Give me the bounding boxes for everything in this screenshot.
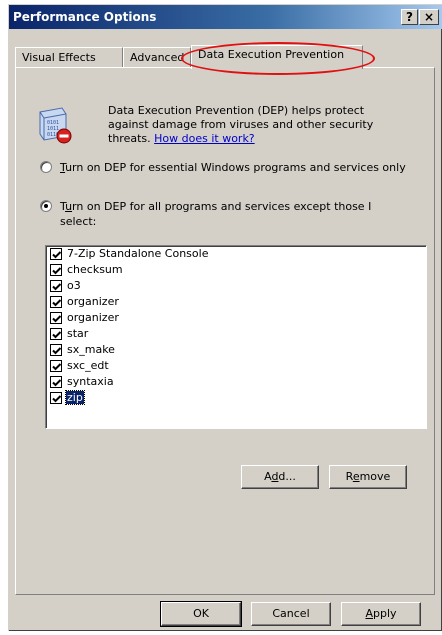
check-mark-icon (52, 347, 62, 355)
checkbox[interactable] (50, 328, 62, 340)
dep-description: Data Execution Prevention (DEP) helps pr… (108, 104, 398, 146)
list-item[interactable]: star (46, 326, 426, 342)
list-item-label: zip (65, 390, 85, 405)
add-button[interactable]: Add... (241, 465, 319, 489)
check-mark-icon (52, 363, 62, 371)
list-item-label: organizer (67, 311, 119, 324)
checkbox[interactable] (50, 296, 62, 308)
window-title: Performance Options (13, 10, 157, 24)
close-button[interactable]: × (419, 9, 439, 25)
list-item-label: 7-Zip Standalone Console (67, 247, 209, 260)
radio-all[interactable] (40, 200, 52, 212)
list-item-label: o3 (67, 279, 81, 292)
list-item-label: sx_make (67, 343, 115, 356)
title-bar: Performance Options ? × (9, 5, 442, 29)
check-mark-icon (52, 331, 62, 339)
checkbox[interactable] (50, 376, 62, 388)
list-item[interactable]: organizer (46, 294, 426, 310)
checkbox[interactable] (50, 264, 62, 276)
list-item-label: syntaxia (67, 375, 114, 388)
tab-data-execution-prevention[interactable]: Data Execution Prevention (191, 45, 363, 69)
help-button[interactable]: ? (401, 9, 418, 25)
radio-all-label: Turn on DEP for all programs and service… (60, 200, 372, 228)
apply-button[interactable]: Apply (341, 602, 421, 626)
tab-visual-effects[interactable]: Visual Effects (15, 47, 123, 68)
checkbox[interactable] (50, 392, 62, 404)
radio-essential-label: Turn on DEP for essential Windows progra… (60, 161, 406, 174)
dep-exceptions-list[interactable]: 7-Zip Standalone Console checksum o3 organi… (45, 245, 427, 429)
list-item[interactable]: o3 (46, 278, 426, 294)
list-item[interactable]: sxc_edt (46, 358, 426, 374)
tab-advanced[interactable]: Advanced (123, 47, 191, 68)
list-item[interactable]: organizer (46, 310, 426, 326)
checkbox[interactable] (50, 280, 62, 292)
list-item-label: organizer (67, 295, 119, 308)
check-mark-icon (52, 395, 62, 403)
performance-options-dialog: Performance Options ? × Visual Effects A… (8, 4, 442, 631)
list-item-label: star (67, 327, 89, 340)
remove-button[interactable]: Remove (329, 465, 407, 489)
radio-essential[interactable] (40, 161, 52, 173)
list-item[interactable]: 7-Zip Standalone Console (46, 246, 426, 262)
list-item-label: checksum (67, 263, 123, 276)
checkbox[interactable] (50, 360, 62, 372)
dep-shield-icon: 0101 1011 0110 (39, 107, 72, 144)
checkbox[interactable] (50, 248, 62, 260)
list-item[interactable]: syntaxia (46, 374, 426, 390)
checkbox[interactable] (50, 344, 62, 356)
cancel-button[interactable]: Cancel (251, 602, 331, 626)
check-mark-icon (52, 379, 62, 387)
check-mark-icon (52, 315, 62, 323)
check-mark-icon (52, 251, 62, 259)
list-item-label: sxc_edt (67, 359, 109, 372)
check-mark-icon (52, 267, 62, 275)
list-item[interactable]: sx_make (46, 342, 426, 358)
how-does-it-work-link[interactable]: How does it work? (154, 132, 255, 145)
ok-button[interactable]: OK (160, 601, 242, 627)
list-item[interactable]: zip (46, 390, 426, 406)
check-mark-icon (52, 299, 62, 307)
list-item[interactable]: checksum (46, 262, 426, 278)
checkbox[interactable] (50, 312, 62, 324)
check-mark-icon (52, 283, 62, 291)
